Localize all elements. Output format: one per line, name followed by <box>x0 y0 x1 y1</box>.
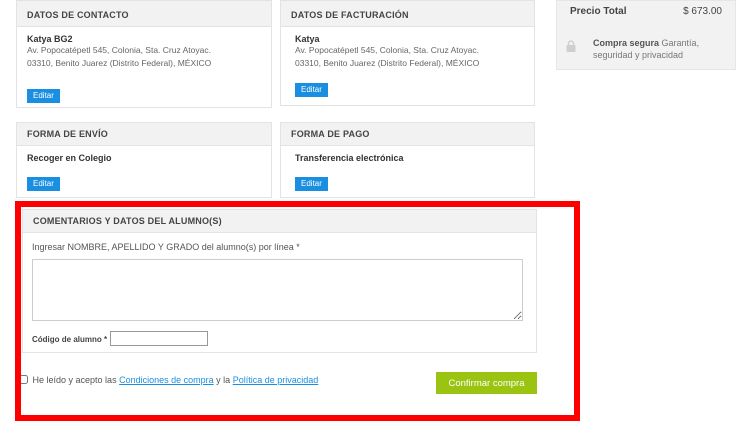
student-names-textarea[interactable] <box>32 259 523 321</box>
payment-panel: FORMA DE PAGO Transferencia electrónica … <box>280 122 535 198</box>
payment-heading: FORMA DE PAGO <box>281 123 534 146</box>
comments-instructions: Ingresar NOMBRE, APELLIDO Y GRADO del al… <box>32 242 300 252</box>
order-summary: Precio Total $ 673.00 Compra segura Gara… <box>556 0 736 70</box>
contact-edit-button[interactable]: Editar <box>27 89 60 103</box>
shipping-heading: FORMA DE ENVÍO <box>17 123 271 146</box>
total-label: Precio Total <box>570 6 627 17</box>
billing-address-line2: 03310, Benito Juarez (Distrito Federal),… <box>295 58 480 68</box>
contact-address-line1: Av. Popocatépetl 545, Colonia, Sta. Cruz… <box>27 45 211 55</box>
comments-heading: COMENTARIOS Y DATOS DEL ALUMNO(S) <box>23 210 536 233</box>
billing-address-line1: Av. Popocatépetl 545, Colonia, Sta. Cruz… <box>295 45 479 55</box>
billing-panel: DATOS DE FACTURACIÓN Katya Av. Popocatép… <box>280 0 535 106</box>
total-row: Precio Total $ 673.00 <box>570 6 722 17</box>
shipping-panel: FORMA DE ENVÍO Recoger en Colegio Editar <box>16 122 272 198</box>
payment-edit-button[interactable]: Editar <box>295 177 328 191</box>
payment-method: Transferencia electrónica <box>295 153 404 163</box>
privacy-policy-link[interactable]: Política de privacidad <box>233 375 319 385</box>
confirm-purchase-button[interactable]: Confirmar compra <box>436 372 537 394</box>
student-code-label: Código de alumno * <box>32 335 108 344</box>
contact-address-line2: 03310, Benito Juarez (Distrito Federal),… <box>27 58 212 68</box>
terms-row: He leído y acepto las Condiciones de com… <box>19 375 318 385</box>
terms-checkbox[interactable] <box>19 375 28 384</box>
student-code-input[interactable] <box>110 331 208 346</box>
secure-title: Compra segura <box>593 38 660 48</box>
shipping-method: Recoger en Colegio <box>27 153 112 163</box>
student-comments-panel: COMENTARIOS Y DATOS DEL ALUMNO(S) Ingres… <box>22 209 537 353</box>
billing-edit-button[interactable]: Editar <box>295 83 328 97</box>
contact-name: Katya BG2 <box>27 34 73 44</box>
purchase-conditions-link[interactable]: Condiciones de compra <box>119 375 214 385</box>
total-value: $ 673.00 <box>683 6 722 17</box>
billing-heading: DATOS DE FACTURACIÓN <box>281 1 534 27</box>
billing-name: Katya <box>295 34 320 44</box>
terms-connector: y la <box>216 375 231 385</box>
contact-heading: DATOS DE CONTACTO <box>17 1 271 27</box>
secure-text-block: Compra segura Garantía, seguridad y priv… <box>593 37 733 61</box>
contact-panel: DATOS DE CONTACTO Katya BG2 Av. Popocaté… <box>16 0 272 108</box>
shipping-edit-button[interactable]: Editar <box>27 177 60 191</box>
terms-prefix: He leído y acepto las <box>32 375 117 385</box>
lock-icon <box>566 40 576 52</box>
